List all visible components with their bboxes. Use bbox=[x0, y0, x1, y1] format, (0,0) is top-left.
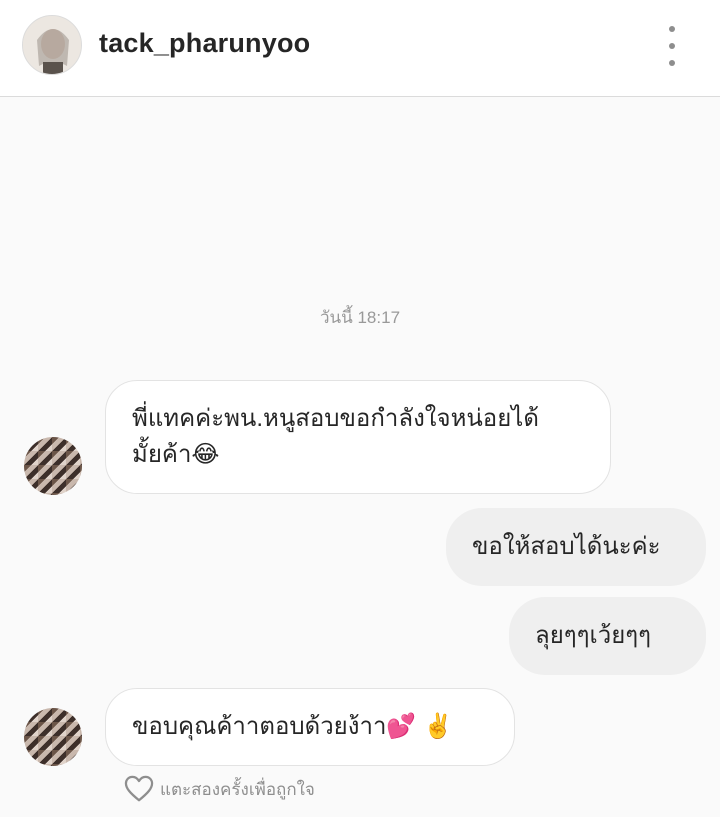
more-vertical-icon[interactable] bbox=[658, 26, 686, 66]
sender-avatar bbox=[24, 437, 82, 495]
message-bubble-incoming[interactable]: พี่แทคค่ะพน.หนูสอบขอกำลังใจหน่อยได้ มั้ย… bbox=[105, 380, 611, 494]
message-bubble-incoming[interactable]: ขอบคุณค้าาตอบด้วยง้าา💕 ✌️ bbox=[105, 688, 515, 766]
chat-header: tack_pharunyoo bbox=[0, 0, 720, 97]
sender-avatar bbox=[24, 708, 82, 766]
message-bubble-outgoing[interactable]: ขอให้สอบได้นะค่ะ bbox=[446, 508, 706, 586]
profile-avatar[interactable] bbox=[22, 15, 82, 75]
double-tap-like-hint: แตะสองครั้งเพื่อถูกใจ bbox=[124, 775, 315, 803]
chat-username[interactable]: tack_pharunyoo bbox=[99, 28, 310, 59]
like-hint-text: แตะสองครั้งเพื่อถูกใจ bbox=[160, 779, 315, 799]
chat-timestamp: วันนี้ 18:17 bbox=[319, 308, 401, 327]
heart-outline-icon[interactable] bbox=[124, 775, 154, 803]
message-bubble-outgoing[interactable]: ลุยๆๆเว้ยๆๆ bbox=[509, 597, 706, 675]
